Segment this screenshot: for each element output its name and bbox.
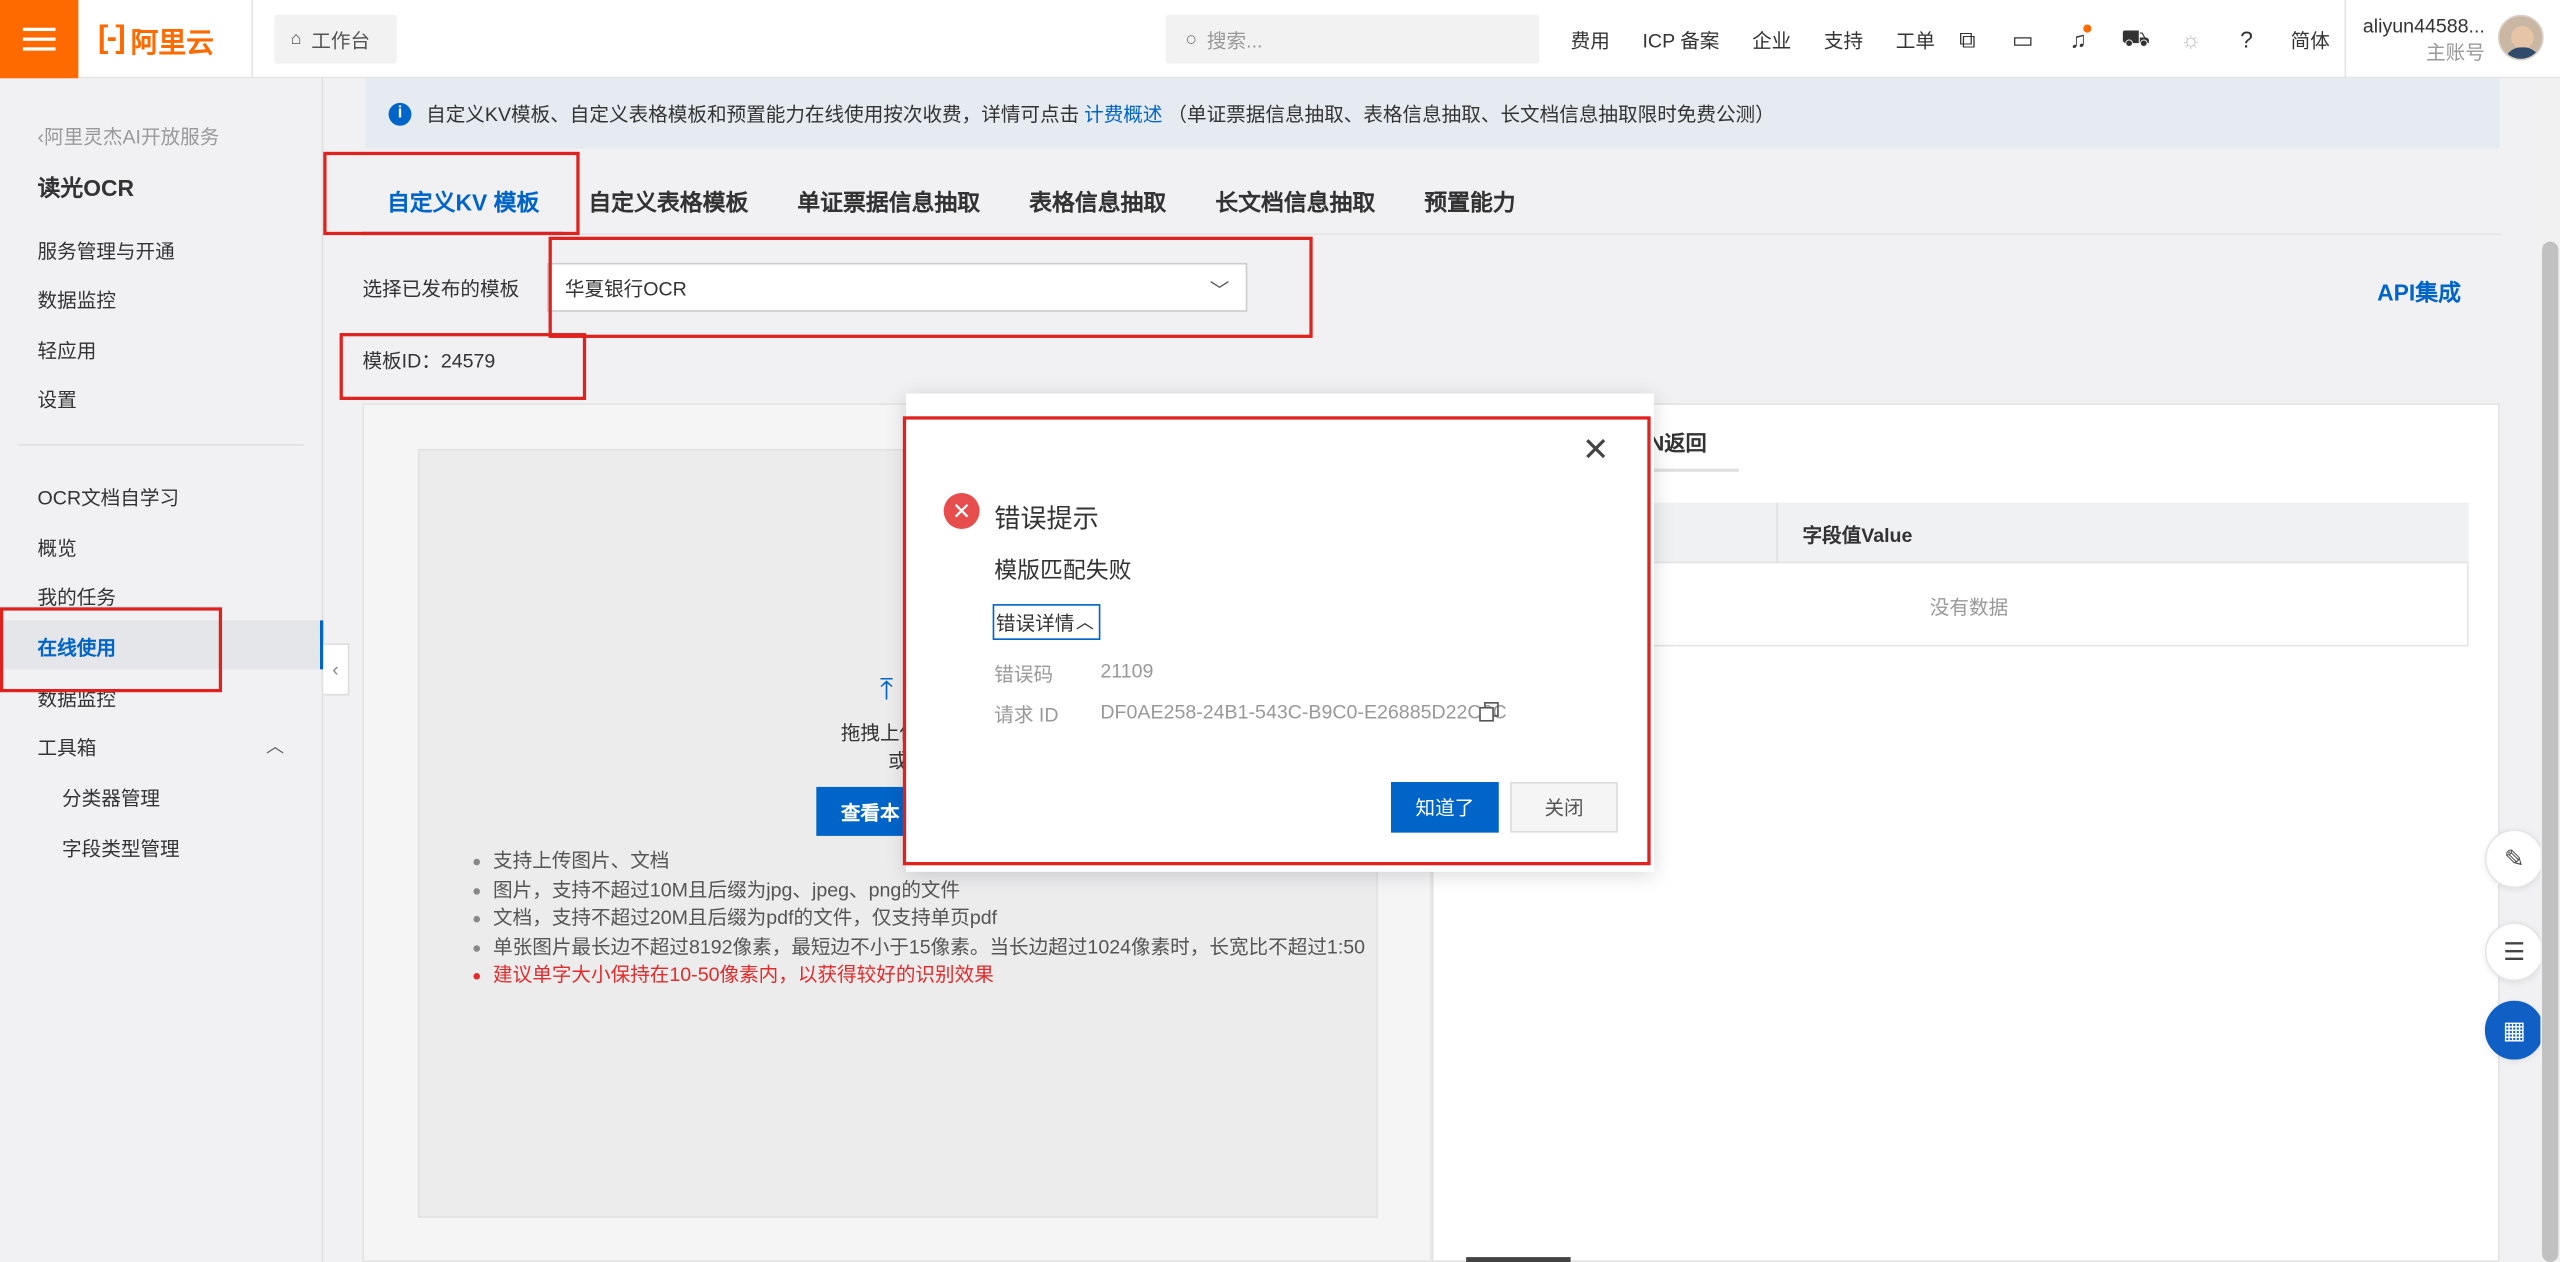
nav-link-support[interactable]: 支持 bbox=[1824, 25, 1863, 53]
search-input[interactable]: ○ 搜索... bbox=[1165, 14, 1540, 64]
sidebar-item-toolbox[interactable]: 工具箱 bbox=[38, 733, 97, 761]
sidebar-divider bbox=[17, 444, 304, 446]
tab-long-doc[interactable]: 长文档信息抽取 bbox=[1215, 176, 1375, 235]
annotation-box-tab bbox=[323, 151, 580, 236]
notification-dot bbox=[2083, 24, 2092, 33]
cart-icon[interactable]: ⛟ bbox=[2119, 23, 2152, 56]
top-nav-links: 费用 ICP 备案 企业 支持 工单 bbox=[1571, 0, 1968, 78]
annotation-box-sidebar bbox=[0, 607, 223, 693]
terminal-icon[interactable]: ▭ bbox=[2007, 23, 2040, 56]
workbench-button[interactable]: ⌂ 工作台 bbox=[274, 14, 397, 64]
tab-divider bbox=[362, 233, 2502, 236]
chat-button[interactable]: ☰ bbox=[2484, 922, 2544, 982]
divider bbox=[2344, 0, 2347, 79]
hamburger-menu-button[interactable] bbox=[0, 0, 79, 79]
column-separator bbox=[1776, 502, 1778, 564]
apps-grid-icon: ▦ bbox=[2502, 1017, 2526, 1045]
chat-icon: ☰ bbox=[2503, 938, 2526, 967]
sidebar-back-link[interactable]: ‹阿里灵杰AI开放服务 bbox=[38, 122, 220, 150]
sidebar-item-classifier[interactable]: 分类器管理 bbox=[62, 784, 160, 812]
annotation-box-select bbox=[548, 236, 1313, 338]
empty-state: 没有数据 bbox=[1929, 595, 2009, 619]
avatar[interactable] bbox=[2497, 14, 2544, 61]
upload-icon: ⤒ bbox=[879, 672, 894, 706]
account-info[interactable]: aliyun44588... 主账号 bbox=[2361, 13, 2485, 65]
tab-json-return[interactable]: N返回 bbox=[1649, 426, 1707, 457]
search-icon: ○ bbox=[1185, 27, 1198, 51]
sidebar-item-field-types[interactable]: 字段类型管理 bbox=[62, 834, 180, 862]
api-integration-link[interactable]: API集成 bbox=[2377, 276, 2461, 309]
divider bbox=[251, 0, 254, 79]
api-icon[interactable]: ⧉ bbox=[1951, 23, 1984, 56]
list-item-warning: 建议单字大小保持在10-50像素内，以获得较好的识别效果 bbox=[470, 962, 1365, 991]
aliyun-logo[interactable]: [-] 阿里云 bbox=[98, 20, 214, 59]
bell-icon[interactable]: ♫ bbox=[2062, 23, 2095, 56]
bottom-indicator bbox=[1466, 1257, 1571, 1262]
nav-link-icp[interactable]: ICP 备案 bbox=[1642, 25, 1719, 53]
nav-link-ticket[interactable]: 工单 bbox=[1896, 25, 1935, 53]
info-icon: i bbox=[388, 102, 412, 125]
sidebar-item-overview[interactable]: 概览 bbox=[38, 534, 77, 562]
tab-table-extract[interactable]: 表格信息抽取 bbox=[1029, 176, 1166, 235]
tab-underline bbox=[1648, 468, 1739, 472]
column-header-value: 字段值Value bbox=[1802, 524, 1913, 547]
sidebar-item-light-app[interactable]: 轻应用 bbox=[38, 336, 97, 364]
chevron-up-icon[interactable]: ︿ bbox=[266, 733, 284, 759]
sidebar-item-settings[interactable]: 设置 bbox=[38, 385, 77, 413]
edit-feedback-button[interactable]: ✎ bbox=[2484, 829, 2544, 889]
tab-custom-table[interactable]: 自定义表格模板 bbox=[588, 176, 748, 235]
billing-notice: i 自定义KV模板、自定义表格模板和预置能力在线使用按次收费，详情可点击 计费概… bbox=[365, 78, 2500, 149]
language-switch[interactable]: 简体 bbox=[2291, 26, 2330, 54]
notice-text-after: （单证票据信息抽取、表格信息抽取、长文档信息抽取限时免费公测） bbox=[1167, 102, 1775, 126]
logo-mark: [-] bbox=[97, 21, 126, 56]
tab-preset[interactable]: 预置能力 bbox=[1424, 176, 1515, 235]
list-item: 图片，支持不超过10M且后缀为jpg、jpeg、png的文件 bbox=[470, 876, 1365, 905]
sidebar-item-self-learning[interactable]: OCR文档自学习 bbox=[38, 483, 180, 511]
help-icon[interactable]: ? bbox=[2230, 23, 2263, 56]
notice-text: 自定义KV模板、自定义表格模板和预置能力在线使用按次收费，详情可点击 bbox=[426, 102, 1080, 126]
lightbulb-icon[interactable]: ☼ bbox=[2175, 23, 2208, 56]
nav-link-enterprise[interactable]: 企业 bbox=[1752, 25, 1791, 53]
workbench-label: 工作台 bbox=[311, 28, 371, 52]
nav-link-fees[interactable]: 费用 bbox=[1571, 25, 1610, 53]
annotation-box-dialog bbox=[902, 416, 1651, 866]
account-role: 主账号 bbox=[2426, 40, 2485, 64]
annotation-box-template-id bbox=[339, 333, 587, 400]
logo-text: 阿里云 bbox=[130, 26, 214, 58]
home-icon: ⌂ bbox=[290, 29, 302, 49]
apps-button[interactable]: ▦ bbox=[2484, 1000, 2544, 1060]
scrollbar-thumb[interactable] bbox=[2542, 241, 2559, 1262]
list-item: 文档，支持不超过20M且后缀为pdf的文件，仅支持单页pdf bbox=[470, 904, 1365, 933]
sidebar-collapse-button[interactable]: ‹ bbox=[323, 643, 350, 696]
search-placeholder: 搜索... bbox=[1206, 28, 1263, 52]
billing-overview-link[interactable]: 计费概述 bbox=[1084, 100, 1162, 128]
sidebar-item-monitor[interactable]: 数据监控 bbox=[38, 286, 116, 314]
sidebar-item-service[interactable]: 服务管理与开通 bbox=[38, 237, 175, 265]
chevron-left-icon: ‹ bbox=[332, 657, 339, 681]
pencil-icon: ✎ bbox=[2504, 845, 2525, 874]
template-select-label: 选择已发布的模板 bbox=[362, 277, 520, 301]
list-item: 单张图片最长边不超过8192像素，最短边不小于15像素。当长边超过1024像素时… bbox=[470, 933, 1365, 962]
account-name: aliyun44588... bbox=[2362, 14, 2485, 38]
tab-card-extract[interactable]: 单证票据信息抽取 bbox=[797, 176, 980, 235]
sidebar-title: 读光OCR bbox=[37, 174, 135, 201]
